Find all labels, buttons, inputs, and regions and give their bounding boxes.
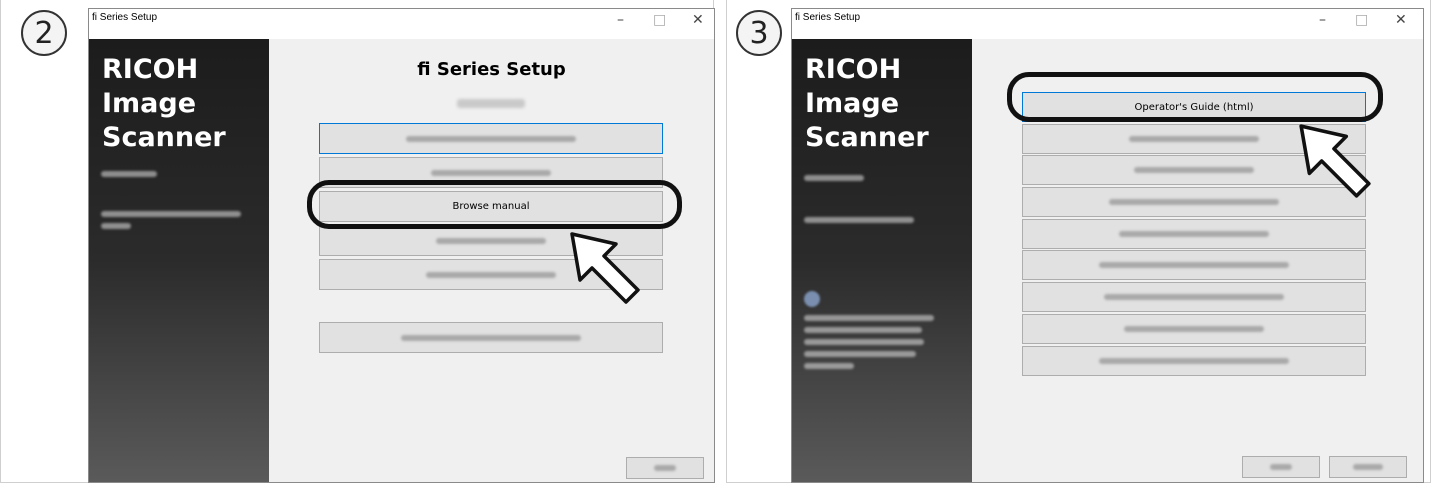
brand-line-1: RICOH bbox=[805, 54, 902, 85]
sidebar-description-line bbox=[804, 217, 914, 223]
info-icon bbox=[804, 291, 820, 307]
titlebar: fi Series Setup – □ ✕ bbox=[89, 9, 714, 39]
minimize-button[interactable]: – bbox=[1319, 12, 1326, 28]
close-button[interactable]: ✕ bbox=[692, 12, 704, 28]
maximize-button[interactable]: □ bbox=[653, 12, 666, 28]
brand-line-3: Scanner bbox=[805, 122, 929, 153]
brand-line-2: Image bbox=[805, 88, 900, 119]
highlight-ring bbox=[307, 180, 682, 229]
page-title: fi Series Setup bbox=[417, 59, 566, 80]
sidebar-description-line bbox=[101, 223, 131, 229]
pointer-arrow-icon bbox=[1299, 124, 1371, 198]
cancel-button[interactable] bbox=[1329, 456, 1407, 478]
close-button[interactable]: ✕ bbox=[1395, 12, 1407, 28]
sidebar-note-line bbox=[804, 315, 934, 321]
download-scanner-central-admin-button[interactable] bbox=[319, 322, 663, 353]
brand-line-2: Image bbox=[102, 88, 197, 119]
brand-logo-text: RICOH Image Scanner bbox=[102, 53, 226, 155]
back-button[interactable] bbox=[1242, 456, 1320, 478]
brand-line-1: RICOH bbox=[102, 54, 199, 85]
exit-button[interactable] bbox=[626, 457, 704, 479]
imprinter-operators-guide-button[interactable] bbox=[1022, 346, 1366, 376]
maximize-button[interactable]: □ bbox=[1355, 12, 1368, 28]
sidebar-menu-label bbox=[804, 175, 864, 181]
step-badge-3: 3 bbox=[736, 10, 782, 56]
highlight-ring bbox=[1007, 72, 1383, 122]
model-subtitle bbox=[457, 99, 525, 108]
content-area: fi Series Setup Browse manual bbox=[269, 39, 714, 482]
sidebar-note-line bbox=[804, 327, 922, 333]
sidebar-note-line bbox=[804, 363, 854, 369]
brand-logo-text: RICOH Image Scanner bbox=[805, 53, 929, 155]
network-setup-tool-help-button[interactable] bbox=[1022, 250, 1366, 280]
brand-line-3: Scanner bbox=[102, 122, 226, 153]
titlebar: fi Series Setup – □ ✕ bbox=[792, 9, 1423, 39]
sidebar: RICOH Image Scanner bbox=[89, 39, 269, 482]
window-title: fi Series Setup bbox=[795, 12, 861, 23]
sidebar-note-line bbox=[804, 351, 916, 357]
sidebar: RICOH Image Scanner bbox=[792, 39, 972, 482]
window-title: fi Series Setup bbox=[92, 12, 158, 23]
sidebar-menu-label bbox=[101, 171, 157, 177]
step-badge-2: 2 bbox=[21, 10, 67, 56]
minimize-button[interactable]: – bbox=[617, 12, 624, 28]
sidebar-description-line bbox=[101, 211, 241, 217]
scanner-central-admin-guide-button[interactable] bbox=[1022, 282, 1366, 312]
fi-series-online-update-help-button[interactable] bbox=[1022, 314, 1366, 344]
sidebar-note-line bbox=[804, 339, 924, 345]
pointer-arrow-icon bbox=[570, 232, 640, 304]
install-recommended-button[interactable] bbox=[319, 123, 663, 154]
paperstream-clickscan-help-button[interactable] bbox=[1022, 219, 1366, 249]
